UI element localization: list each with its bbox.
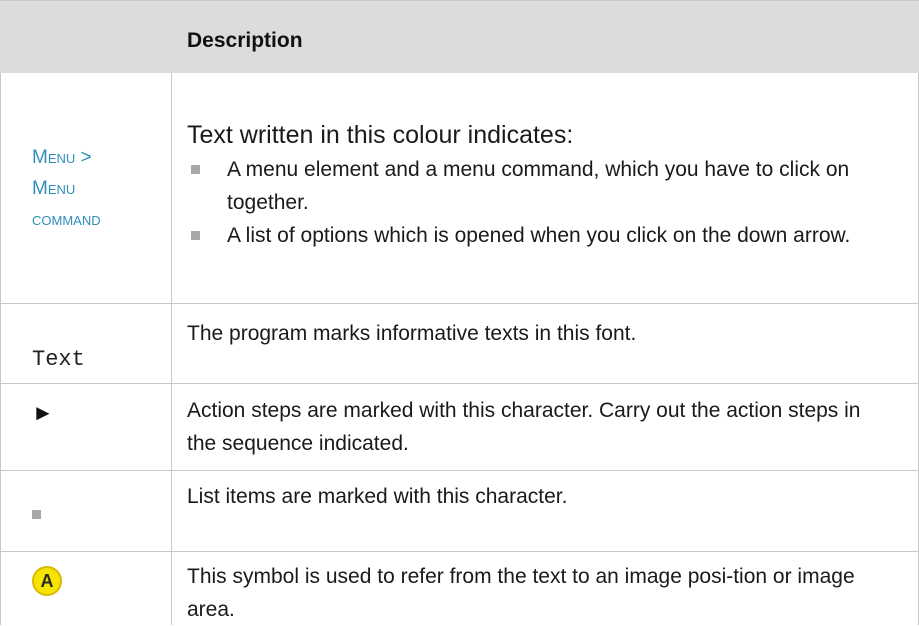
menu-command-sample: Menu > Menu command: [32, 142, 101, 235]
row-description: Action steps are marked with this charac…: [187, 399, 861, 455]
list-item-text: A menu element and a menu command, which…: [227, 158, 850, 214]
intro-text: Text written in this colour indicates:: [187, 121, 574, 149]
image-marker-sample: A: [32, 566, 62, 596]
square-bullet-icon: [32, 510, 41, 519]
list-item: A menu element and a menu command, which…: [187, 153, 887, 219]
conventions-table: Description Menu > Menu command Text wri…: [0, 0, 919, 625]
row-divider: [0, 303, 919, 304]
row-description: List items are marked with this characte…: [187, 485, 568, 508]
action-arrow-icon: ►: [32, 400, 54, 425]
row-divider: [0, 383, 919, 384]
row-divider: [0, 551, 919, 552]
square-bullet-icon: [191, 165, 200, 174]
row-divider: [0, 470, 919, 471]
list-bullet-sample: [32, 506, 41, 524]
menu-sample-line: command: [32, 209, 101, 230]
table-border-left: [0, 73, 1, 625]
menu-sample-line: Menu: [32, 178, 76, 199]
image-position-marker-icon: A: [32, 566, 62, 596]
mono-text-sample: Text: [32, 347, 85, 372]
header-description: Description: [187, 29, 303, 52]
table-header: Description: [0, 0, 919, 73]
menu-description: Text written in this colour indicates: A…: [187, 117, 887, 252]
menu-sample-line: Menu >: [32, 147, 92, 168]
row-description: This symbol is used to refer from the te…: [187, 565, 855, 621]
list-item-text: A list of options which is opened when y…: [227, 224, 851, 247]
square-bullet-icon: [191, 231, 200, 240]
list-item: A list of options which is opened when y…: [187, 219, 887, 252]
column-divider: [171, 73, 172, 625]
row-description: The program marks informative texts in t…: [187, 322, 637, 345]
